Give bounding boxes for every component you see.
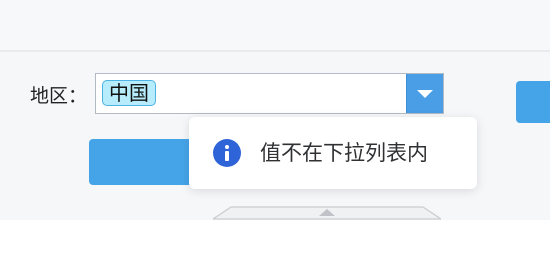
info-icon [213, 139, 241, 167]
selected-tag[interactable]: 中国 [102, 80, 156, 106]
region-label: 地区： [30, 85, 88, 107]
top-band [0, 0, 550, 50]
page: 地区： 中国 值不在下拉列表内 [0, 0, 550, 278]
dropdown-toggle-button[interactable] [406, 74, 443, 113]
message-toast: 值不在下拉列表内 [189, 117, 477, 189]
toast-message: 值不在下拉列表内 [260, 141, 428, 165]
region-combobox[interactable]: 中国 [95, 73, 444, 114]
bottom-area [0, 220, 550, 278]
side-button[interactable] [516, 81, 550, 123]
chevron-down-icon [417, 90, 433, 98]
collapse-tray[interactable] [213, 206, 441, 220]
